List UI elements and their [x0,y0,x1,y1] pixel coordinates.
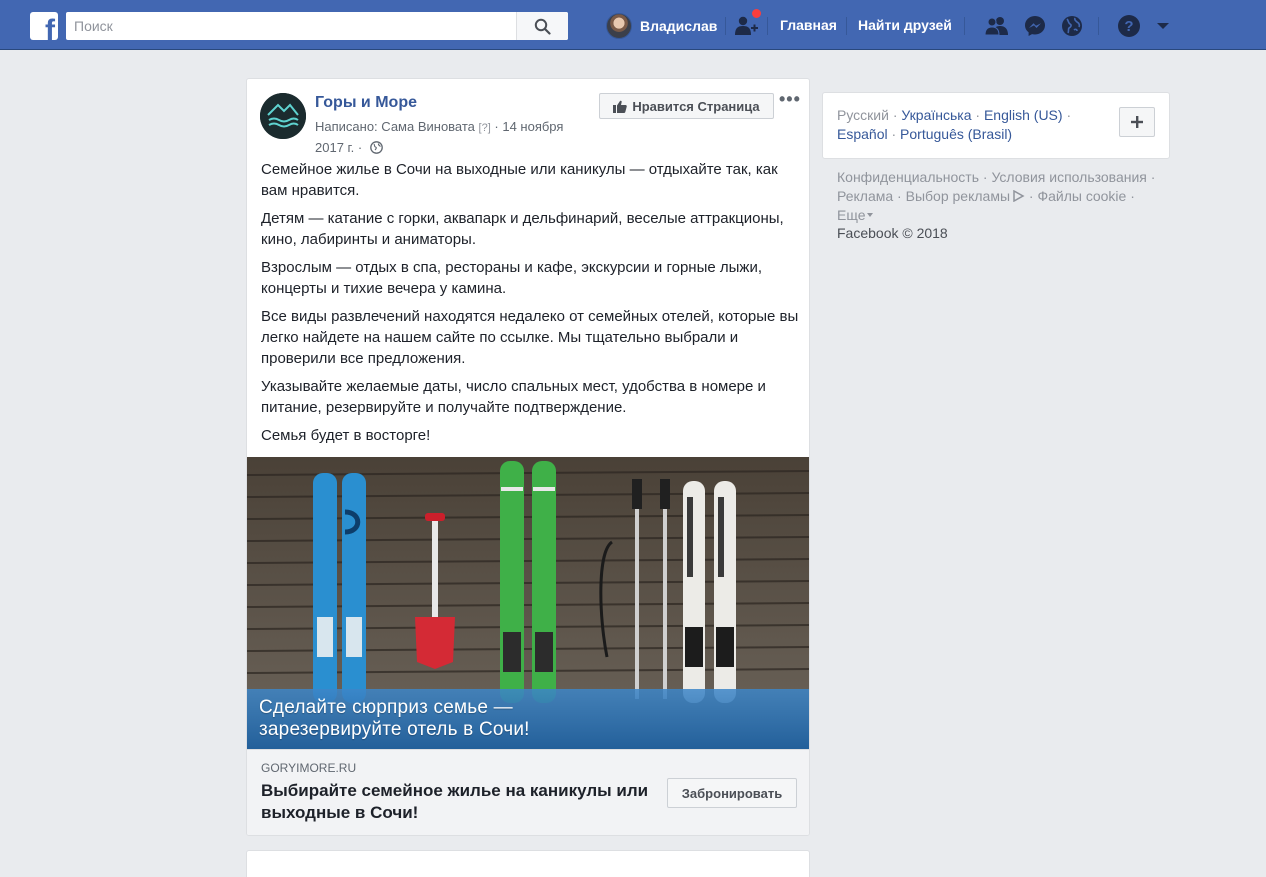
image-caption: Сделайте сюрприз семье — зарезервируйте … [259,697,530,741]
post-paragraph: Указывайте желаемые даты, число спальных… [261,378,766,416]
post-meta: Написано: Сама Виновата [?] · 14 ноября … [315,119,564,155]
post-body: Семейное жилье в Сочи на выходные или ка… [261,159,801,453]
notification-badge [751,8,762,19]
page-avatar[interactable] [260,93,306,139]
globe-icon[interactable] [1060,14,1084,38]
help-icon[interactable]: ? [1117,14,1141,38]
caret-down-icon[interactable] [866,213,873,217]
copyright: Facebook © 2018 [837,225,948,241]
current-language: Русский [837,107,889,123]
search-input[interactable] [66,12,516,40]
thumbs-up-icon [613,100,628,113]
footer-link-more[interactable]: Еще [837,207,866,223]
nav-divider [964,17,965,35]
like-page-label: Нравится Страница [632,98,760,114]
nav-divider [725,17,726,35]
ad-choices-icon[interactable] [1012,189,1025,203]
caret-down-icon[interactable] [1156,22,1170,30]
ad-image[interactable]: Сделайте сюрприз семье — зарезервируйте … [247,457,809,749]
caption-line-1: Сделайте сюрприз семье — [259,697,513,718]
language-link[interactable]: Українська [901,107,971,123]
search-button[interactable] [516,12,568,40]
post-paragraph: Все виды развлечений находятся недалеко … [261,308,799,367]
mountain-sea-logo-icon [260,93,306,139]
footer-link-terms[interactable]: Условия использования [991,169,1146,185]
next-post-card [246,850,810,877]
footer-link-cookies[interactable]: Файлы cookie [1037,188,1126,204]
nav-find-friends-link[interactable]: Найти друзей [858,17,952,33]
post-paragraph: Детям — катание с горки, аквапарк и дель… [261,210,784,248]
top-navigation-bar: f Владислав Главная Найти друзей [0,0,1266,50]
language-link[interactable]: English (US) [984,107,1063,123]
caption-line-2: зарезервируйте отель в Сочи! [259,719,530,740]
plus-icon [1131,116,1143,128]
footer-link-privacy[interactable]: Конфиденциальность [837,169,979,185]
help-link[interactable]: [?] [479,122,491,134]
search-box [66,12,568,40]
nav-divider [846,17,847,35]
link-domain: GORYIMORE.RU [261,761,357,775]
svg-text:?: ? [1124,18,1133,35]
footer-link-ad-choices[interactable]: Выбор рекламы [906,188,1010,204]
messenger-icon[interactable] [1023,14,1047,38]
add-language-button[interactable] [1119,107,1155,137]
language-selector: Русский · Українська · English (US) · Es… [822,92,1170,159]
post-paragraph: Взрослым — отдых в спа, рестораны и кафе… [261,259,762,297]
link-preview[interactable]: GORYIMORE.RU Выбирайте семейное жилье на… [247,749,809,835]
post-author: Написано: Сама Виновата [315,119,475,134]
like-page-button[interactable]: Нравится Страница [599,93,774,119]
nav-divider [1098,17,1099,35]
nav-divider [767,17,768,35]
page-name-link[interactable]: Горы и Море [315,94,417,112]
footer-links: Конфиденциальность · Условия использован… [837,169,1156,223]
book-now-button[interactable]: Забронировать [667,778,797,808]
nav-home-link[interactable]: Главная [780,17,837,33]
more-icon[interactable]: ••• [779,89,801,110]
friend-requests-button[interactable] [734,8,762,38]
public-audience-icon[interactable] [370,141,383,154]
user-name: Владислав [640,18,718,34]
language-link[interactable]: Español [837,126,888,142]
avatar [606,13,632,39]
language-list: Русский · Українська · English (US) · Es… [837,107,1072,142]
post-paragraph: Семья будет в восторге! [261,427,431,444]
friends-icon[interactable] [983,14,1011,38]
profile-link[interactable]: Владислав [606,13,717,39]
post-paragraph: Семейное жилье в Сочи на выходные или ка… [261,161,778,199]
facebook-logo-icon[interactable]: f [30,12,58,40]
footer-link-advertising[interactable]: Реклама [837,188,893,204]
search-icon [534,18,551,35]
language-link[interactable]: Português (Brasil) [900,126,1012,142]
sponsored-post: Горы и Море Написано: Сама Виновата [?] … [246,78,810,836]
link-title[interactable]: Выбирайте семейное жилье на каникулы или… [261,780,651,824]
